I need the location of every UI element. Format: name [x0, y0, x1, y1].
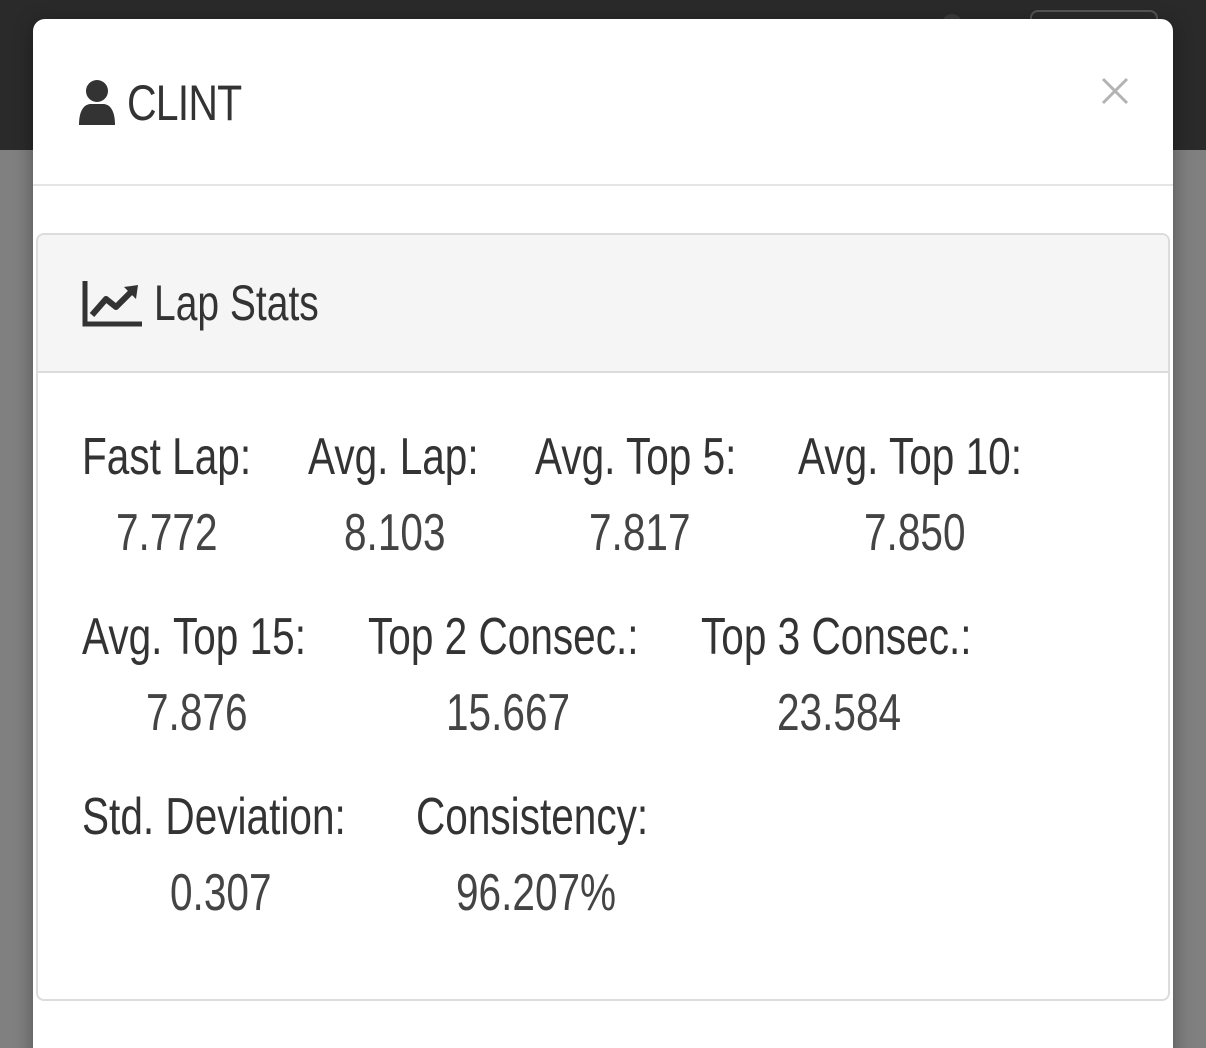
stat-value: 96.207% [456, 864, 617, 922]
stat-avg-top-15: Avg. Top 15: 7.876 [82, 599, 322, 751]
panel-title: Lap Stats [154, 275, 319, 331]
stat-top-3-consec: Top 3 Consec.: 23.584 [701, 599, 991, 751]
stat-label: Std. Deviation: [82, 788, 346, 846]
stat-avg-top-5: Avg. Top 5: 7.817 [535, 419, 755, 571]
stat-value: 7.850 [864, 504, 966, 562]
stat-consistency: Consistency: 96.207% [416, 779, 676, 931]
stat-value: 8.103 [344, 504, 446, 562]
stat-fast-lap: Fast Lap: 7.772 [82, 419, 282, 571]
racer-stats-modal: CLINT Lap Stats Fast Lap: 7.772 Avg. Lap… [33, 19, 1173, 1048]
stat-label: Top 2 Consec.: [368, 608, 639, 666]
stat-label: Fast Lap: [82, 428, 252, 486]
modal-title: CLINT [127, 75, 242, 131]
stat-value: 7.772 [116, 504, 218, 562]
stat-label: Avg. Lap: [308, 428, 479, 486]
stat-std-deviation: Std. Deviation: 0.307 [82, 779, 372, 931]
stat-avg-top-10: Avg. Top 10: 7.850 [798, 419, 1038, 571]
stat-value: 23.584 [777, 684, 902, 742]
panel-heading: Lap Stats [38, 235, 1168, 373]
stat-label: Top 3 Consec.: [701, 608, 972, 666]
line-chart-icon [82, 281, 142, 327]
stat-value: 7.817 [589, 504, 691, 562]
stat-top-2-consec: Top 2 Consec.: 15.667 [368, 599, 658, 751]
close-icon[interactable] [1093, 69, 1137, 113]
stat-value: 15.667 [446, 684, 571, 742]
stat-label: Consistency: [416, 788, 649, 846]
stat-value: 7.876 [146, 684, 248, 742]
modal-header: CLINT [33, 19, 1173, 186]
stat-value: 0.307 [170, 864, 272, 922]
stat-label: Avg. Top 5: [535, 428, 737, 486]
lap-stats-panel: Lap Stats Fast Lap: 7.772 Avg. Lap: 8.10… [36, 233, 1170, 1001]
user-icon [79, 80, 115, 125]
stat-avg-lap: Avg. Lap: 8.103 [308, 419, 508, 571]
stat-label: Avg. Top 15: [82, 608, 307, 666]
stat-label: Avg. Top 10: [798, 428, 1023, 486]
